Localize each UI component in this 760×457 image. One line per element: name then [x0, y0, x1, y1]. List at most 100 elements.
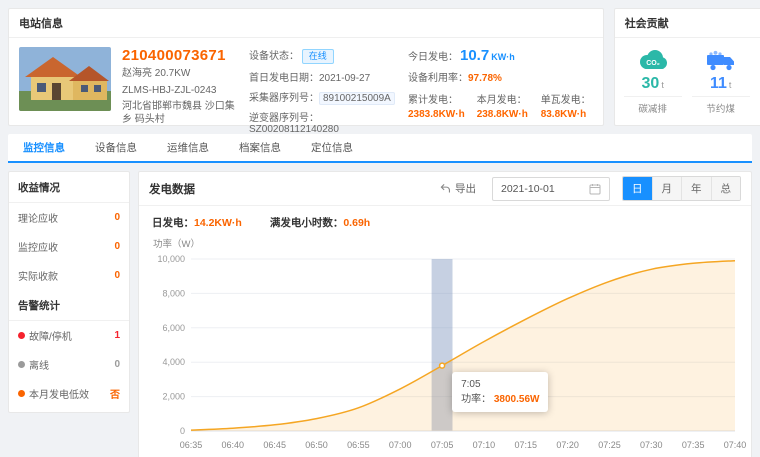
status-dot-icon [18, 332, 25, 339]
house-photo-illustration [19, 47, 111, 111]
generation-total-value: 2383.8KW·h [408, 109, 465, 120]
svg-text:CO₂: CO₂ [646, 60, 660, 67]
chart-title: 发电数据 [149, 181, 195, 197]
generation-total-label: 本月发电： [477, 91, 529, 106]
station-id: 210400073671 [122, 47, 238, 64]
device-status-row: 设备状态： 在线 [249, 47, 397, 64]
power-curve-chart[interactable]: 02,0004,0006,0008,00010,00006:3506:4006:… [145, 251, 749, 455]
period-button-年[interactable]: 年 [681, 177, 711, 200]
date-value: 2021-10-01 [501, 183, 555, 195]
date-picker[interactable]: 2021-10-01 [492, 177, 610, 201]
utilization-label: 设备利用率： [408, 73, 468, 84]
y-axis-title: 功率（W） [139, 232, 751, 251]
side-item-label: 本月发电低效 [29, 386, 110, 401]
calendar-icon [589, 183, 601, 195]
svg-text:07:15: 07:15 [515, 440, 538, 450]
period-button-月[interactable]: 月 [652, 177, 682, 200]
generation-total-1: 本月发电：238.8KW·h [477, 91, 529, 120]
social-value: 30t [624, 75, 682, 93]
station-photo [19, 47, 111, 111]
generation-total-2: 单瓦发电：83.8KW·h [541, 91, 593, 120]
chart-stat-label: 满发电小时数： [270, 217, 344, 229]
chart-stat-label: 日发电： [152, 217, 194, 229]
generation-total-0: 累计发电： 2383.8KW·h [408, 91, 465, 120]
tab-定位信息[interactable]: 定位信息 [296, 134, 368, 161]
inverter-row: 逆变器序列号：SZ00208112140280 [249, 109, 397, 135]
period-button-日[interactable]: 日 [623, 177, 652, 200]
today-gen-value: 10.7 [460, 47, 489, 64]
svg-text:0: 0 [180, 426, 185, 436]
side-item-0-1: 监控应收0 [9, 232, 129, 261]
today-gen-row: 今日发电：10.7KW·h [408, 47, 593, 64]
utilization-row: 设备利用率：97.78% [408, 69, 593, 84]
chart-stats-row: 日发电：14.2KW·h 满发电小时数：0.69h [139, 206, 751, 232]
chart-header: 发电数据 导出 2021-10-01 日月年总 [139, 172, 751, 206]
station-identity: 210400073671 赵海亮 20.7KW ZLMS-HBJ-ZJL-024… [122, 47, 238, 135]
collector-row: 采集器序列号：89100215009A [249, 89, 397, 104]
status-dot-icon [18, 361, 25, 368]
side-item-value: 0 [114, 212, 120, 223]
first-gen-label: 首日发电日期： [249, 73, 319, 84]
utilization-value: 97.78% [468, 73, 502, 84]
social-unit: t [729, 80, 732, 90]
station-owner: 赵海亮 20.7KW [122, 68, 238, 81]
svg-text:07:05: 07:05 [431, 440, 454, 450]
chart-stat-value: 14.2KW·h [194, 217, 242, 229]
side-section-title-1: 告警统计 [9, 290, 129, 321]
side-item-label: 故障/停机 [29, 328, 114, 343]
chart-stat-value: 0.69h [343, 217, 370, 229]
svg-text:2,000: 2,000 [162, 392, 185, 402]
svg-text:10,000: 10,000 [157, 254, 185, 264]
side-item-value: 0 [114, 241, 120, 252]
export-label: 导出 [455, 181, 476, 196]
export-button[interactable]: 导出 [440, 181, 476, 196]
chart-area: 02,0004,0006,0008,00010,00006:3506:4006:… [145, 251, 749, 457]
side-item-0-2: 实际收款0 [9, 261, 129, 290]
side-item-0-0: 理论应收0 [9, 203, 129, 232]
svg-text:07:00: 07:00 [389, 440, 412, 450]
social-item-0: CO₂ 30t 碳减排 [624, 47, 682, 115]
station-generation-col: 今日发电：10.7KW·h 设备利用率：97.78% 累计发电： 2383.8KW… [408, 47, 593, 135]
svg-text:06:40: 06:40 [222, 440, 245, 450]
tab-运维信息[interactable]: 运维信息 [152, 134, 224, 161]
generation-total-label: 累计发电： [408, 91, 465, 106]
first-gen-row: 首日发电日期：2021-09-27 [249, 69, 397, 84]
station-panel-title: 电站信息 [9, 9, 603, 38]
side-panel: 收益情况理论应收0监控应收0实际收款0告警统计故障/停机1离线0本月发电低效否 [8, 171, 130, 413]
station-status-col: 设备状态： 在线 首日发电日期：2021-09-27 采集器序列号：891002… [249, 47, 397, 135]
side-item-value: 1 [114, 330, 120, 341]
side-item-label: 理论应收 [18, 210, 114, 225]
social-item-1: 11t节约煤 [692, 47, 750, 115]
generation-data-panel: 发电数据 导出 2021-10-01 日月年总 日发电：14.2KW·h 满发电小… [138, 171, 752, 457]
svg-text:8,000: 8,000 [162, 288, 185, 298]
top-row: 电站信息 [8, 8, 752, 126]
today-gen-unit: KW·h [491, 52, 515, 62]
svg-text:06:35: 06:35 [180, 440, 203, 450]
tab-档案信息[interactable]: 档案信息 [224, 134, 296, 161]
social-label: 碳减排 [624, 96, 682, 115]
social-panel-title: 社会贡献 [615, 9, 760, 38]
svg-text:06:55: 06:55 [347, 440, 370, 450]
svg-text:6,000: 6,000 [162, 323, 185, 333]
svg-text:07:35: 07:35 [682, 440, 705, 450]
station-body: 210400073671 赵海亮 20.7KW ZLMS-HBJ-ZJL-024… [9, 38, 603, 144]
generation-totals: 累计发电： 2383.8KW·h 本月发电：238.8KW·h 单瓦发电：83.8KW… [408, 91, 593, 120]
side-item-1-0: 故障/停机1 [9, 321, 129, 350]
tab-设备信息[interactable]: 设备信息 [80, 134, 152, 161]
station-address: 河北省邯郸市魏县 沙口集乡 码头村 [122, 101, 238, 126]
status-badge: 在线 [302, 49, 334, 64]
collector-label: 采集器序列号： [249, 93, 319, 104]
first-gen-value: 2021-09-27 [319, 73, 370, 84]
social-items: CO₂30t碳减排11t节约煤SO₂20t硫减排 [615, 38, 760, 115]
device-status-label: 设备状态： [249, 51, 299, 62]
side-item-value: 0 [114, 270, 120, 281]
content-row: 收益情况理论应收0监控应收0实际收款0告警统计故障/停机1离线0本月发电低效否 … [8, 171, 752, 457]
today-gen-label: 今日发电： [408, 52, 458, 63]
chart-stat-1: 满发电小时数：0.69h [270, 215, 370, 230]
svg-text:07:30: 07:30 [640, 440, 663, 450]
period-button-总[interactable]: 总 [711, 177, 741, 200]
generation-total-label: 单瓦发电： [541, 91, 593, 106]
tab-监控信息[interactable]: 监控信息 [8, 134, 80, 161]
svg-text:07:25: 07:25 [598, 440, 621, 450]
export-icon [440, 183, 451, 194]
